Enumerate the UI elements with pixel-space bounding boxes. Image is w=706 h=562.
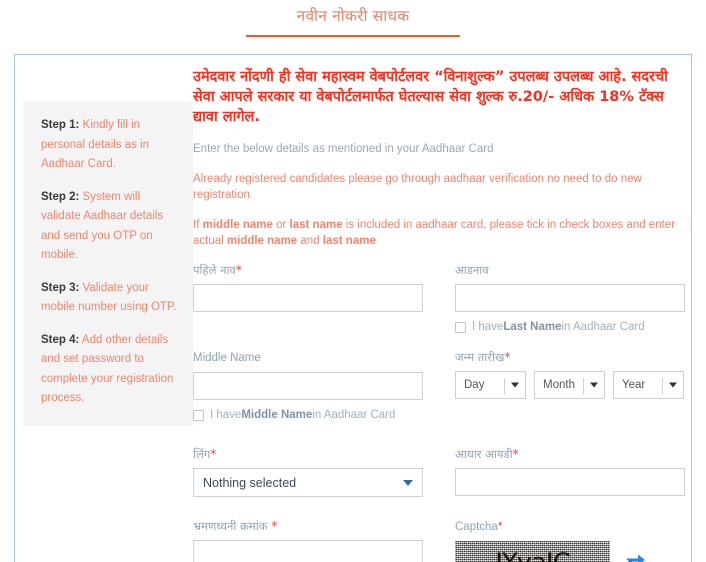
dob-year-select[interactable]: Year (613, 371, 684, 399)
checkbox-text: in Aadhaar Card (312, 409, 396, 421)
dob-day-value: Day (464, 379, 485, 391)
middle-name-label-text: Middle Name (193, 352, 261, 364)
form-row-middle-dob: Middle Name I have Middle Name in Aadhaa… (193, 350, 685, 421)
captcha-label-text: Captcha (455, 521, 498, 533)
note-text: If (193, 219, 203, 231)
chevron-down-icon (669, 382, 677, 388)
checkbox-text: in Aadhaar Card (561, 321, 645, 333)
note-bold-middle-name: middle name (226, 235, 298, 247)
steps-sidebar: Step 1: Kindly fill in personal details … (23, 101, 193, 426)
aadhaar-id-input[interactable] (455, 468, 685, 496)
note-text: or (272, 219, 290, 231)
mobile-group: भ्रमणध्वनी क्रमांक * (193, 519, 423, 562)
checkbox-bold-text: Middle Name (241, 409, 313, 421)
required-marker: * (504, 350, 511, 364)
dob-month-select[interactable]: Month (534, 371, 605, 399)
aadhaar-id-label: आधार आयडी* (455, 447, 685, 461)
first-name-input[interactable] (193, 284, 423, 312)
captcha-image: IYyaIC (455, 541, 610, 562)
last-name-group: आडनाव I have Last Name in Aadhaar Card (455, 263, 685, 333)
middle-name-group: Middle Name I have Middle Name in Aadhaa… (193, 350, 423, 421)
first-name-group: पहिले नाव* (193, 263, 423, 333)
dob-group: जन्म तारीख* Day Month Year (455, 350, 685, 421)
captcha-row: IYyaIC (455, 541, 685, 562)
last-name-checkbox[interactable] (455, 321, 466, 333)
chevron-down-icon (403, 479, 413, 486)
service-fee-notice: उमेदवार नोंदणी ही सेवा महास्वम वेबपोर्टल… (193, 69, 668, 125)
required-marker: * (497, 519, 503, 533)
dob-month-value: Month (543, 379, 575, 391)
middle-name-checkbox-row[interactable]: I have Middle Name in Aadhaar Card (193, 409, 423, 421)
form-row-gender-aadhaar: लिंग* Nothing selected आधार आयडी* (193, 447, 685, 497)
step-label: Step 1: (41, 119, 80, 131)
dob-day-select[interactable]: Day (455, 371, 526, 399)
mobile-label-text: भ्रमणध्वनी क्रमांक (193, 519, 272, 533)
required-marker: * (235, 263, 242, 277)
already-registered-note: Already registered candidates please go … (193, 173, 642, 201)
required-marker: * (210, 447, 217, 461)
required-marker: * (271, 519, 278, 533)
middle-last-name-note: If middle name or last name is included … (193, 217, 685, 249)
gender-select[interactable]: Nothing selected (193, 468, 423, 497)
page-title: नवीन नोकरी साधक (296, 7, 410, 25)
aadhaar-id-group: आधार आयडी* (455, 447, 685, 497)
note-bold-last-name: last name (289, 219, 343, 231)
select-divider (504, 378, 505, 394)
last-name-checkbox-row[interactable]: I have Last Name in Aadhaar Card (455, 321, 685, 333)
registration-form: उमेदवार नोंदणी ही सेवा महास्वम वेबपोर्टल… (193, 67, 685, 562)
step-item: Step 3: Validate your mobile number usin… (41, 278, 179, 317)
step-item: Step 1: Kindly fill in personal details … (41, 115, 179, 174)
page-header: नवीन नोकरी साधक (0, 0, 706, 37)
header-divider (246, 35, 460, 37)
aadhaar-id-label-text: आधार आयडी (455, 447, 513, 461)
page-root: नवीन नोकरी साधक Step 1: Kindly fill in p… (0, 0, 706, 562)
captcha-refresh-button[interactable] (620, 547, 650, 562)
middle-name-label: Middle Name (193, 350, 423, 365)
checkbox-text: I have (210, 409, 242, 421)
gender-label-text: लिंग (193, 447, 211, 461)
captcha-code-text: IYyaIC (495, 547, 570, 562)
middle-name-checkbox[interactable] (193, 409, 204, 421)
form-row-names: पहिले नाव* आडनाव I have Last Name in Aadh… (193, 263, 685, 333)
step-label: Step 2: (41, 190, 80, 203)
chevron-down-icon (590, 382, 598, 388)
step-label: Step 4: (41, 333, 80, 346)
dob-label: जन्म तारीख* (455, 350, 685, 364)
chevron-down-icon (511, 382, 519, 388)
required-marker: * (512, 447, 519, 461)
step-label: Step 3: (41, 281, 80, 294)
note-bold-last-name: last name (322, 235, 376, 247)
last-name-label-text: आडनाव (455, 263, 489, 277)
step-item: Step 4: Add other details and set passwo… (41, 330, 179, 408)
note-text: and (297, 235, 323, 247)
mobile-input[interactable] (193, 540, 423, 562)
first-name-label-text: पहिले नाव (193, 263, 236, 277)
dob-year-value: Year (622, 379, 646, 391)
gender-group: लिंग* Nothing selected (193, 447, 423, 497)
first-name-label: पहिले नाव* (193, 263, 423, 277)
enter-details-note: Enter the below details as mentioned in … (193, 143, 494, 155)
middle-name-input[interactable] (193, 372, 423, 400)
checkbox-bold-text: Last Name (503, 321, 562, 333)
refresh-icon (626, 554, 645, 562)
gender-selected-value: Nothing selected (203, 475, 297, 490)
last-name-label: आडनाव (455, 263, 685, 277)
captcha-group: Captcha* IYyaIC (455, 519, 685, 562)
form-row-mobile-captcha: भ्रमणध्वनी क्रमांक * Captcha* IYyaIC (193, 519, 685, 562)
registration-panel: Step 1: Kindly fill in personal details … (14, 54, 692, 562)
gender-label: लिंग* (193, 447, 423, 461)
captcha-label: Captcha* (455, 519, 685, 534)
checkbox-text: I have (472, 321, 504, 333)
dob-selects: Day Month Year (455, 371, 685, 399)
step-item: Step 2: System will validate Aadhaar det… (41, 187, 179, 265)
note-bold-middle-name: middle name (202, 219, 273, 231)
dob-label-text: जन्म तारीख (455, 350, 505, 364)
mobile-label: भ्रमणध्वनी क्रमांक * (193, 519, 423, 533)
select-divider (662, 378, 663, 394)
select-divider (583, 378, 584, 394)
last-name-input[interactable] (455, 284, 685, 312)
